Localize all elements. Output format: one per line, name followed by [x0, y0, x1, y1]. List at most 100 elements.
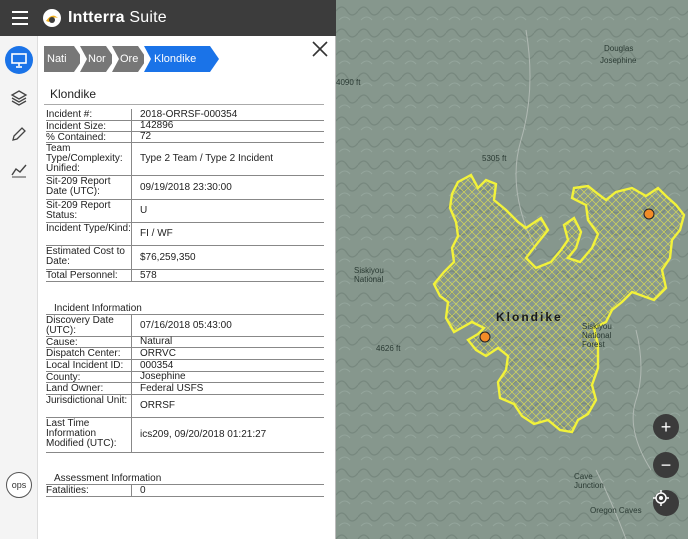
presentation-icon — [11, 53, 27, 68]
detail-key: Discovery Date (UTC): — [46, 315, 132, 336]
detail-key: Incident Type/Kind: — [46, 223, 132, 245]
detail-value: ORRSF — [140, 400, 175, 411]
section-title-incident-info: Incident Information — [54, 303, 142, 314]
pencil-icon — [12, 127, 26, 141]
table-row: % Contained: 72 — [46, 132, 324, 143]
detail-value: 0 — [140, 484, 146, 496]
detail-value: 72 — [140, 131, 152, 142]
layers-button[interactable] — [5, 84, 33, 112]
table-row: Total Personnel: 578 — [46, 270, 324, 282]
assessment-table: Fatalities: 0 — [46, 485, 324, 497]
zoom-out-button[interactable]: − — [653, 452, 679, 478]
app-title: Intterra Suite — [68, 9, 167, 27]
breadcrumb-item-klondike[interactable]: Klondike — [144, 46, 219, 72]
table-row: Land Owner: Federal USFS — [46, 383, 324, 395]
detail-key: Jurisdictional Unit: — [46, 395, 132, 417]
detail-value: 142896 — [140, 120, 174, 131]
table-row: Sit-209 Report Status: U — [46, 200, 324, 223]
detail-key: Sit-209 Report Date (UTC): — [46, 176, 132, 199]
table-row: Team Type/Complexity: Unified: Type 2 Tea… — [46, 143, 324, 176]
breadcrumb: Nati Nor Ore Klondike — [44, 46, 219, 72]
map-view[interactable]: Douglas Josephine 4090 ft 5305 ft 4626 f… — [336, 0, 688, 539]
detail-key: Cause: — [46, 337, 132, 348]
breadcrumb-item-oregon[interactable]: Ore — [112, 46, 147, 72]
zoom-in-button[interactable]: + — [653, 414, 679, 440]
breadcrumb-label: Nati — [44, 46, 74, 72]
app-title-bold: Intterra — [68, 9, 125, 26]
chart-line-icon — [11, 164, 27, 178]
map-label-elevation: 5305 ft — [482, 154, 507, 163]
left-toolbar: ops — [0, 36, 38, 539]
incident-point-marker[interactable] — [643, 208, 655, 220]
detail-key: Local Incident ID: — [46, 360, 132, 371]
detail-value: Josephine — [140, 371, 186, 382]
table-row: County: Josephine — [46, 372, 324, 383]
map-label-elevation: 4626 ft — [376, 344, 401, 353]
close-icon[interactable] — [311, 40, 329, 58]
table-row: Discovery Date (UTC): 07/16/2018 05:43:00 — [46, 315, 324, 337]
detail-value: Natural — [140, 336, 173, 347]
analytics-button[interactable] — [5, 156, 33, 184]
section-title-assessment: Assessment Information — [54, 473, 162, 484]
map-label-siskiyou: Siskiyou National — [354, 266, 384, 284]
detail-key: Team Type/Complexity: Unified: — [46, 143, 132, 175]
table-row: Incident Type/Kind: FI / WF — [46, 223, 324, 246]
detail-key: Fatalities: — [46, 485, 132, 496]
app-header: Intterra Suite — [0, 0, 336, 36]
detail-key: Sit-209 Report Status: — [46, 200, 132, 222]
detail-value: FI / WF — [140, 228, 173, 239]
incident-details-table: Incident #: 2018-ORRSF-000354 Incident Si… — [46, 109, 324, 282]
detail-value: $76,259,350 — [140, 251, 196, 263]
table-row: Fatalities: 0 — [46, 485, 324, 497]
incident-title: Klondike — [50, 87, 97, 101]
table-row: Dispatch Center: ORRVC — [46, 348, 324, 360]
detail-value: 578 — [140, 269, 157, 281]
breadcrumb-item-national[interactable]: Nati — [44, 46, 83, 72]
detail-key: Dispatch Center: — [46, 348, 132, 359]
incident-info-table: Discovery Date (UTC): 07/16/2018 05:43:00… — [46, 315, 324, 453]
divider — [44, 104, 324, 105]
incident-detail-panel: Nati Nor Ore Klondike Klondike Incident … — [38, 36, 336, 539]
table-row: Cause: Natural — [46, 337, 324, 348]
breadcrumb-item-northwest[interactable]: Nor — [80, 46, 115, 72]
detail-key: Land Owner: — [46, 383, 132, 394]
table-row: Incident Size: 142896 — [46, 121, 324, 132]
locate-button[interactable] — [653, 490, 679, 516]
map-label-douglas: Douglas — [604, 44, 634, 53]
detail-key: Total Personnel: — [46, 270, 132, 281]
map-label-siskiyou-forest: Siskiyou National Forest — [582, 322, 612, 349]
app-title-rest: Suite — [124, 9, 167, 26]
table-row: Estimated Cost to Date: $76,259,350 — [46, 246, 324, 270]
detail-key: Last Time Information Modified (UTC): — [46, 418, 132, 452]
detail-value: Type 2 Team / Type 2 Incident — [140, 153, 274, 164]
fire-name-label: Klondike — [496, 310, 563, 324]
incident-point-marker[interactable] — [479, 331, 491, 343]
map-label-cave-junction: Cave Junction — [574, 472, 604, 490]
presentation-button[interactable] — [5, 46, 33, 74]
detail-value: ORRVC — [140, 347, 176, 359]
breadcrumb-label: Klondike — [144, 46, 210, 72]
detail-value: 2018-ORRSF-000354 — [140, 108, 238, 120]
table-row: Last Time Information Modified (UTC): ics… — [46, 418, 324, 453]
detail-key: Estimated Cost to Date: — [46, 246, 132, 269]
detail-key: % Contained: — [46, 132, 132, 143]
detail-value: 07/16/2018 05:43:00 — [140, 319, 232, 331]
ops-button[interactable]: ops — [6, 472, 32, 498]
table-row: Incident #: 2018-ORRSF-000354 — [46, 109, 324, 121]
detail-key: County: — [46, 372, 132, 383]
table-row: Jurisdictional Unit: ORRSF — [46, 395, 324, 418]
detail-value: U — [140, 205, 148, 216]
detail-value: 000354 — [140, 359, 174, 371]
detail-value: ics209, 09/20/2018 01:21:27 — [140, 429, 267, 440]
menu-icon[interactable] — [0, 0, 40, 36]
table-row: Sit-209 Report Date (UTC): 09/19/2018 23:… — [46, 176, 324, 200]
intterra-logo-icon — [43, 9, 61, 27]
detail-key: Incident Size: — [46, 121, 132, 132]
map-label-elevation: 4090 ft — [336, 78, 361, 87]
detail-value: 09/19/2018 23:30:00 — [140, 181, 232, 193]
map-label-oregon-caves: Oregon Caves — [590, 506, 642, 515]
detail-key: Incident #: — [46, 109, 132, 120]
draw-button[interactable] — [5, 120, 33, 148]
crosshair-icon — [653, 490, 669, 506]
map-label-josephine: Josephine — [600, 56, 637, 65]
